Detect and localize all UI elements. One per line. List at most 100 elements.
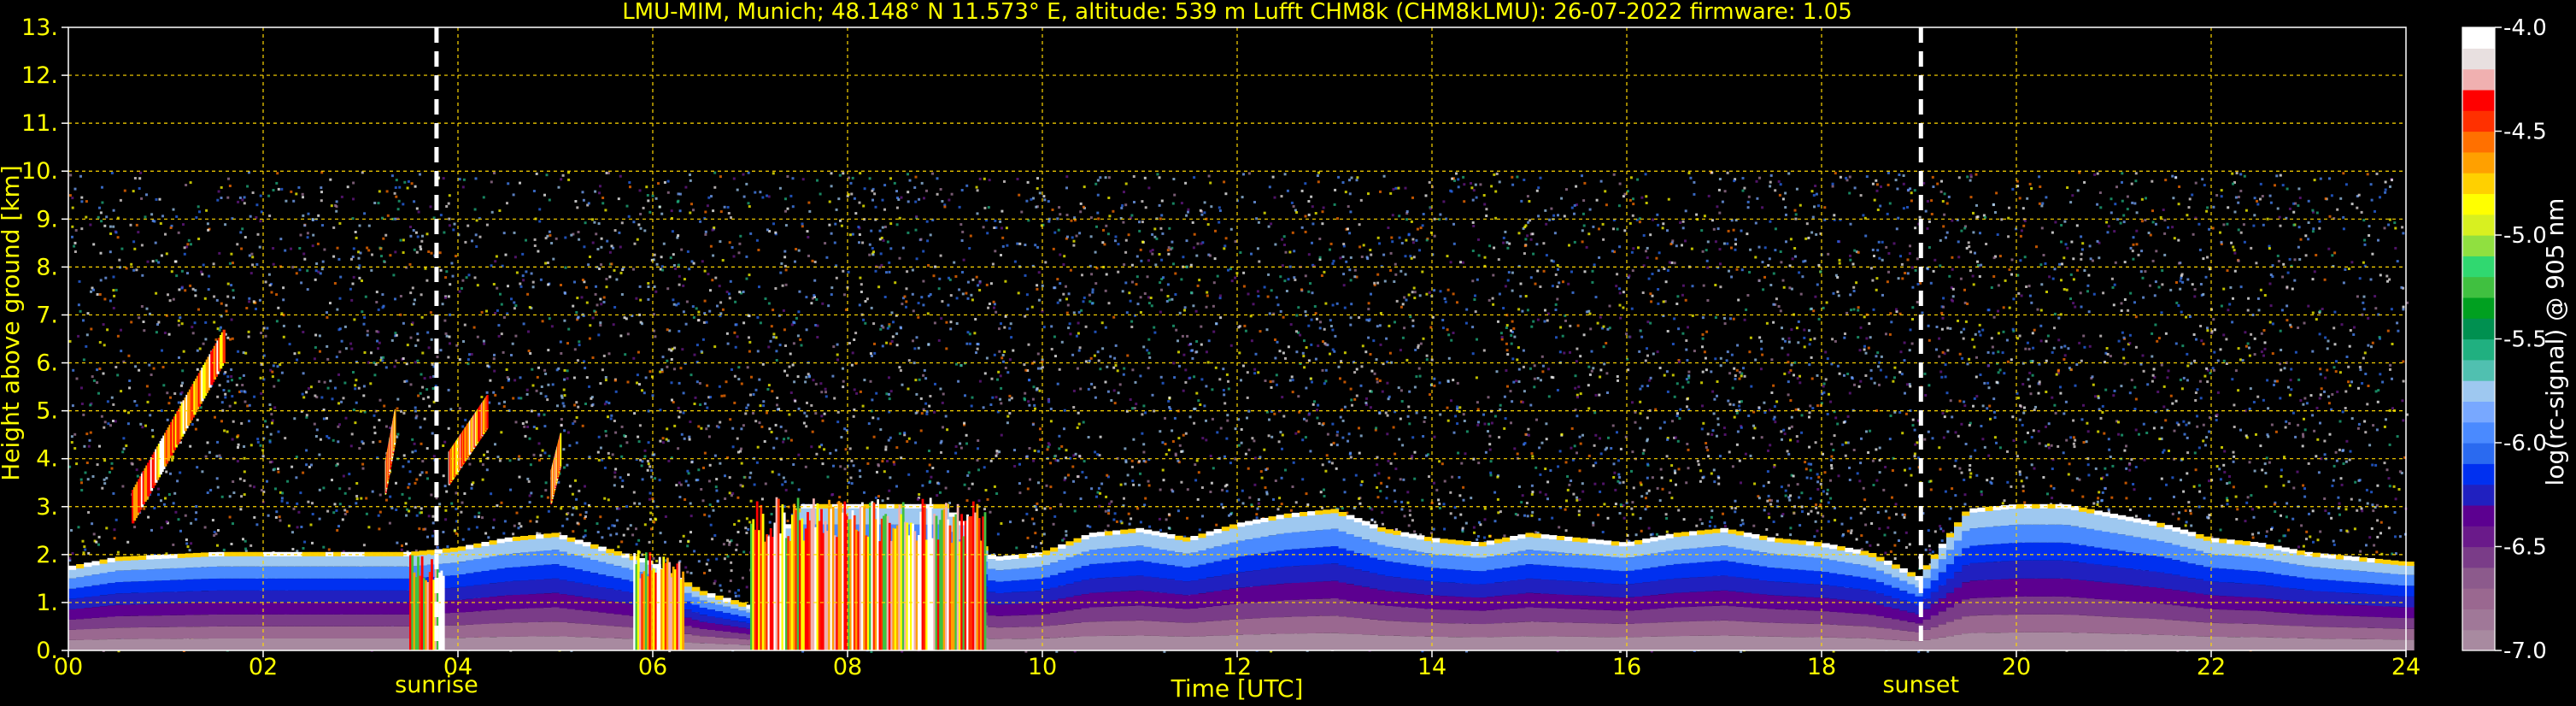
noise-speck [1281, 396, 1284, 399]
noise-speck [297, 325, 301, 328]
noise-speck [2039, 309, 2043, 312]
noise-speck [2239, 428, 2242, 432]
noise-speck [1557, 465, 1560, 468]
noise-speck [2163, 232, 2167, 235]
noise-speck [1531, 510, 1534, 514]
noise-speck [1283, 244, 1286, 246]
noise-speck [1709, 520, 1711, 523]
noise-speck [369, 382, 373, 385]
noise-speck [555, 368, 559, 372]
noise-speck [2219, 528, 2222, 532]
noise-speck [1608, 304, 1611, 308]
noise-speck [1350, 303, 1353, 306]
noise-speck [1457, 178, 1460, 181]
noise-speck [1358, 427, 1360, 430]
noise-speck [2366, 403, 2369, 406]
noise-speck [872, 322, 876, 326]
noise-speck [1740, 268, 1744, 272]
noise-speck [1834, 274, 1838, 277]
noise-speck [1127, 512, 1130, 515]
noise-speck [182, 223, 185, 227]
noise-speck [689, 531, 692, 534]
noise-speck [1234, 427, 1237, 431]
noise-speck [2109, 456, 2112, 458]
noise-speck [544, 237, 548, 240]
noise-speck [1787, 337, 1791, 340]
noise-speck [98, 444, 101, 448]
noise-speck [2107, 438, 2110, 441]
noise-speck [1899, 350, 1903, 354]
noise-speck [1067, 474, 1070, 477]
noise-speck [1310, 343, 1313, 346]
noise-speck [1618, 512, 1622, 515]
noise-speck [1160, 258, 1164, 262]
noise-speck [430, 493, 433, 497]
noise-speck [2011, 415, 2015, 419]
noise-speck [2384, 188, 2387, 191]
noise-speck [1682, 518, 1686, 521]
noise-speck [1433, 234, 1436, 238]
noise-speck [157, 493, 160, 497]
noise-speck [229, 338, 232, 341]
noise-speck [1743, 186, 1746, 190]
noise-speck [2010, 485, 2013, 488]
noise-speck [1546, 497, 1549, 501]
noise-speck [377, 514, 380, 517]
noise-speck [2078, 478, 2081, 481]
noise-speck [561, 174, 565, 177]
noise-speck [1945, 409, 1949, 413]
noise-speck [1919, 281, 1922, 285]
noise-speck [1151, 252, 1154, 256]
noise-speck [1158, 176, 1161, 179]
noise-speck [2206, 327, 2209, 330]
noise-speck [1350, 398, 1353, 402]
noise-speck [759, 404, 762, 408]
noise-speck [2087, 474, 2091, 477]
noise-speck [461, 185, 465, 189]
noise-speck [1661, 227, 1664, 230]
noise-speck [1622, 516, 1626, 520]
noise-speck [1482, 349, 1486, 352]
noise-speck [1358, 223, 1361, 227]
noise-speck [984, 489, 988, 491]
noise-speck [1666, 269, 1669, 272]
noise-speck [1831, 182, 1834, 185]
noise-speck [177, 319, 180, 322]
noise-speck [1732, 403, 1735, 407]
noise-speck [1060, 340, 1064, 344]
noise-speck [1415, 375, 1418, 379]
noise-speck [355, 495, 359, 497]
noise-speck [2279, 329, 2282, 332]
noise-speck [411, 450, 414, 454]
noise-speck [1321, 368, 1324, 372]
noise-speck [163, 332, 167, 334]
noise-speck [2267, 435, 2270, 438]
noise-speck [483, 342, 486, 345]
noise-speck [1064, 476, 1067, 479]
noise-speck [1325, 454, 1329, 457]
noise-speck [1018, 491, 1022, 495]
noise-speck [859, 172, 862, 175]
noise-speck [1935, 326, 1939, 328]
noise-speck [2276, 254, 2280, 257]
noise-speck [1229, 227, 1233, 231]
noise-speck [566, 377, 569, 380]
noise-speck [512, 193, 515, 197]
noise-speck [1320, 274, 1323, 277]
noise-speck [442, 444, 445, 447]
noise-speck [1294, 432, 1298, 435]
noise-speck [1978, 330, 1981, 333]
noise-speck [535, 389, 538, 392]
noise-speck [217, 190, 220, 193]
noise-speck [2315, 318, 2318, 321]
noise-speck [2069, 297, 2072, 300]
noise-speck [1378, 242, 1382, 245]
noise-speck [449, 342, 451, 345]
noise-speck [1902, 182, 1905, 185]
noise-speck [2057, 369, 2060, 373]
noise-speck [1645, 250, 1647, 253]
noise-speck [2121, 180, 2123, 184]
noise-speck [949, 321, 953, 324]
noise-speck [2151, 221, 2155, 224]
noise-speck [1069, 332, 1072, 336]
